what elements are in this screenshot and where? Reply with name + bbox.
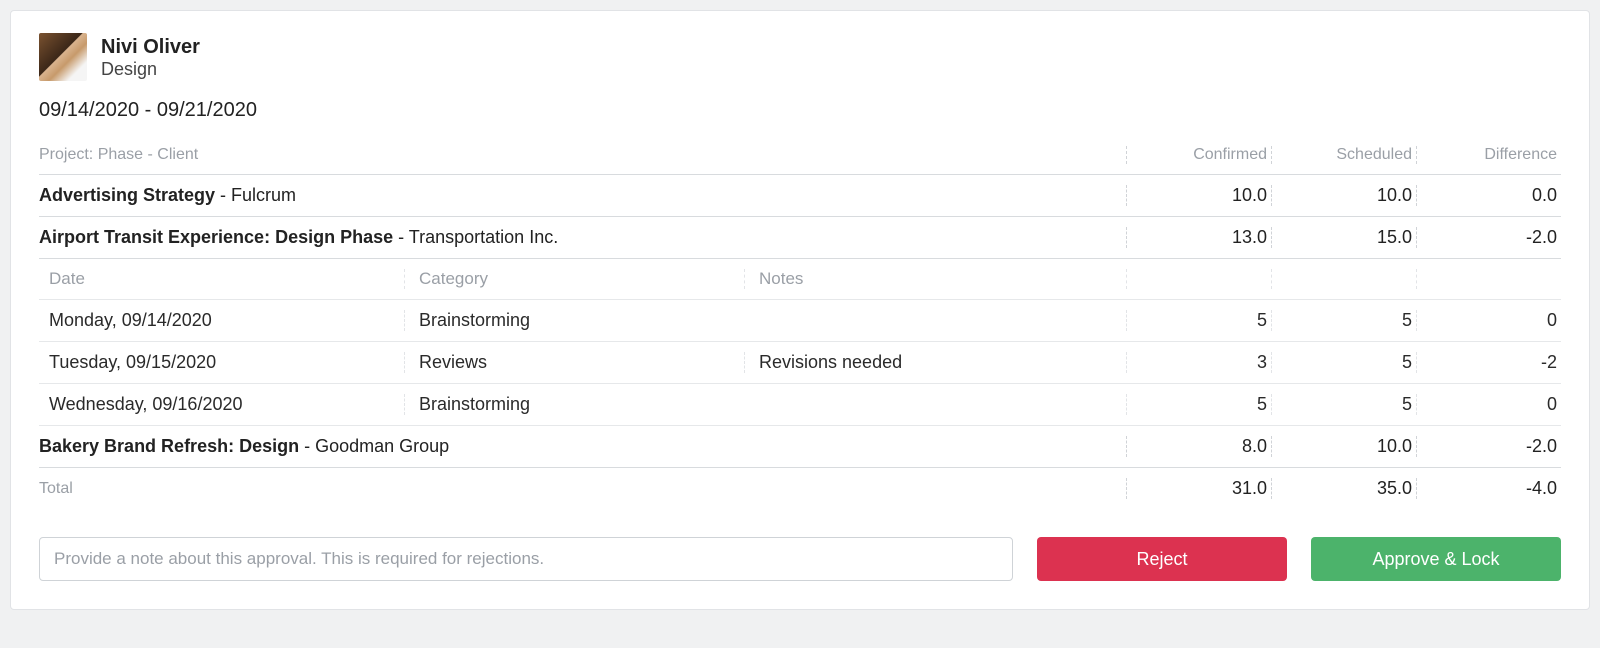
project-confirmed: 13.0 — [1126, 227, 1271, 248]
approval-note-input[interactable] — [39, 537, 1013, 581]
col-confirmed: Confirmed — [1126, 146, 1271, 164]
entry-category: Brainstorming — [404, 310, 744, 331]
entry-date: Wednesday, 09/16/2020 — [49, 394, 404, 415]
col-project-header: Project: Phase - Client — [39, 146, 1126, 164]
entry-difference: 0 — [1416, 394, 1561, 415]
project-label: Airport Transit Experience: Design Phase… — [39, 227, 1126, 248]
actions-bar: Reject Approve & Lock — [39, 537, 1561, 581]
approve-lock-button[interactable]: Approve & Lock — [1311, 537, 1561, 581]
reject-button[interactable]: Reject — [1037, 537, 1287, 581]
project-difference: 0.0 — [1416, 185, 1561, 206]
total-scheduled: 35.0 — [1271, 478, 1416, 499]
project-scheduled: 10.0 — [1271, 185, 1416, 206]
project-label: Bakery Brand Refresh: Design - Goodman G… — [39, 436, 1126, 457]
user-header: Nivi Oliver Design — [39, 33, 1561, 81]
user-role: Design — [101, 59, 200, 80]
col-category: Category — [404, 269, 744, 289]
user-name: Nivi Oliver — [101, 35, 200, 59]
date-range: 09/14/2020 - 09/21/2020 — [39, 99, 1561, 122]
entry-confirmed: 5 — [1126, 310, 1271, 331]
project-confirmed: 8.0 — [1126, 436, 1271, 457]
entry-date: Monday, 09/14/2020 — [49, 310, 404, 331]
entry-difference: 0 — [1416, 310, 1561, 331]
entry-scheduled: 5 — [1271, 394, 1416, 415]
col-date: Date — [49, 269, 404, 289]
entry-confirmed: 3 — [1126, 352, 1271, 373]
entry-category: Reviews — [404, 352, 744, 373]
table-header-row: Project: Phase - Client Confirmed Schedu… — [39, 138, 1561, 175]
avatar — [39, 33, 87, 81]
entry-difference: -2 — [1416, 352, 1561, 373]
entry-date: Tuesday, 09/15/2020 — [49, 352, 404, 373]
project-scheduled: 15.0 — [1271, 227, 1416, 248]
entry-scheduled: 5 — [1271, 310, 1416, 331]
total-difference: -4.0 — [1416, 478, 1561, 499]
project-label: Advertising Strategy - Fulcrum — [39, 185, 1126, 206]
detail-row: Monday, 09/14/2020Brainstorming550 — [39, 300, 1561, 342]
entry-notes: Revisions needed — [744, 352, 1126, 373]
project-row[interactable]: Airport Transit Experience: Design Phase… — [39, 217, 1561, 259]
total-confirmed: 31.0 — [1126, 478, 1271, 499]
total-label: Total — [39, 480, 1126, 498]
detail-row: Tuesday, 09/15/2020ReviewsRevisions need… — [39, 342, 1561, 384]
project-confirmed: 10.0 — [1126, 185, 1271, 206]
timesheet-approval-card: Nivi Oliver Design 09/14/2020 - 09/21/20… — [10, 10, 1590, 610]
project-difference: -2.0 — [1416, 227, 1561, 248]
entry-category: Brainstorming — [404, 394, 744, 415]
timesheet-table: Project: Phase - Client Confirmed Schedu… — [39, 138, 1561, 509]
entry-scheduled: 5 — [1271, 352, 1416, 373]
project-row[interactable]: Advertising Strategy - Fulcrum10.010.00.… — [39, 175, 1561, 217]
detail-header-row: DateCategoryNotes — [39, 259, 1561, 300]
col-scheduled: Scheduled — [1271, 146, 1416, 164]
col-difference: Difference — [1416, 146, 1561, 164]
project-row[interactable]: Bakery Brand Refresh: Design - Goodman G… — [39, 426, 1561, 468]
project-scheduled: 10.0 — [1271, 436, 1416, 457]
col-notes: Notes — [744, 269, 1126, 289]
entry-confirmed: 5 — [1126, 394, 1271, 415]
project-difference: -2.0 — [1416, 436, 1561, 457]
total-row: Total 31.0 35.0 -4.0 — [39, 468, 1561, 509]
detail-row: Wednesday, 09/16/2020Brainstorming550 — [39, 384, 1561, 426]
